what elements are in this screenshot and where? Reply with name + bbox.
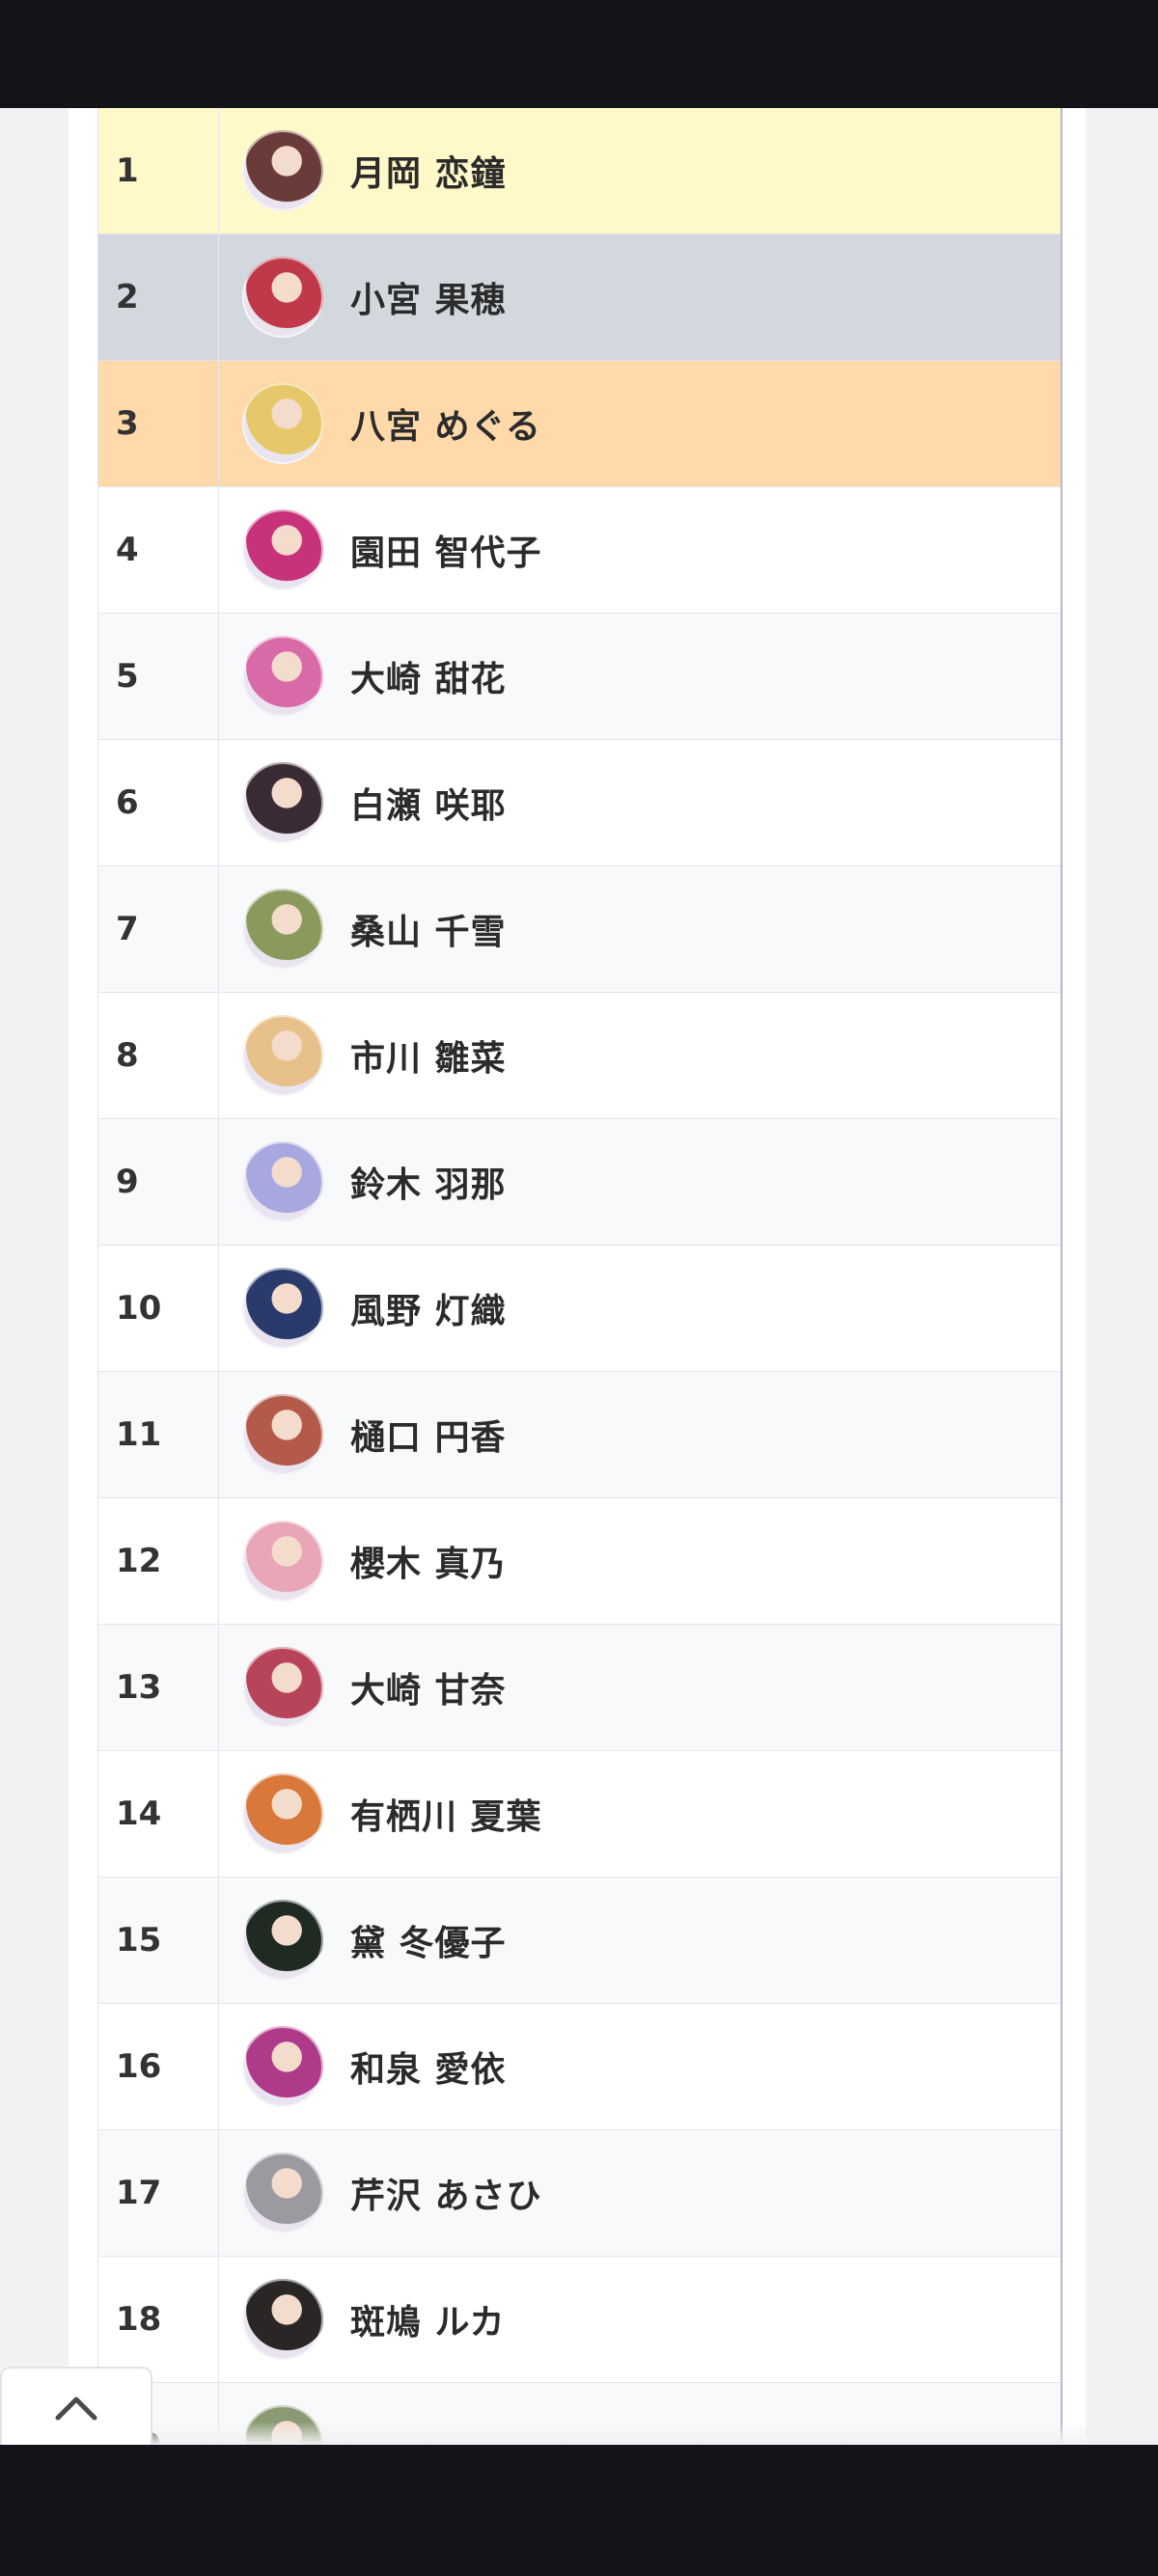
character-avatar-icon[interactable] [242, 2279, 323, 2360]
character-cell: 和泉 愛依 [219, 2004, 1061, 2129]
table-row[interactable]: 1 月岡 恋鐘 [98, 108, 1061, 234]
character-cell: 風野 灯織 [219, 1246, 1061, 1371]
rank-number: 12 [98, 1498, 219, 1624]
character-cell: 大崎 甘奈 [219, 1625, 1061, 1750]
table-row[interactable]: 16 和泉 愛依 [98, 2004, 1061, 2130]
character-name[interactable]: 市川 雛菜 [350, 1030, 507, 1081]
character-cell: 有栖川 夏葉 [219, 1751, 1061, 1877]
rank-number: 6 [98, 740, 219, 865]
character-cell: 小宮 果穂 [219, 234, 1061, 360]
character-name[interactable]: 和泉 愛依 [350, 2042, 507, 2092]
table-row[interactable]: 18 斑鳩 ルカ [98, 2257, 1061, 2383]
character-name[interactable]: 櫻木 真乃 [350, 1536, 507, 1586]
bottom-fade [0, 2422, 1158, 2445]
navigation-bar [0, 2445, 1158, 2576]
character-cell: 八宮 めぐる [219, 361, 1061, 486]
character-avatar-icon[interactable] [242, 509, 323, 590]
character-name[interactable]: 小宮 果穂 [350, 272, 507, 322]
rank-number: 4 [98, 487, 219, 613]
table-row[interactable]: 5 大崎 甜花 [98, 614, 1061, 740]
character-cell: 園田 智代子 [219, 487, 1061, 613]
character-avatar-icon[interactable] [242, 1647, 323, 1728]
character-name[interactable]: 大崎 甘奈 [350, 1662, 507, 1713]
table-row[interactable]: 12 櫻木 真乃 [98, 1498, 1061, 1625]
character-name[interactable]: 月岡 恋鐘 [350, 146, 507, 196]
character-name[interactable]: 鈴木 羽那 [350, 1157, 507, 1207]
table-row[interactable]: 4 園田 智代子 [98, 487, 1061, 614]
character-avatar-icon[interactable] [242, 1268, 323, 1349]
character-avatar-icon[interactable] [242, 1521, 323, 1602]
table-row[interactable]: 14 有栖川 夏葉 [98, 1751, 1061, 1877]
character-name[interactable]: 樋口 円香 [350, 1410, 507, 1460]
character-avatar-icon[interactable] [242, 1394, 323, 1475]
rank-number: 17 [98, 2130, 219, 2256]
rank-number: 16 [98, 2004, 219, 2129]
character-name[interactable]: 斑鳩 ルカ [350, 2294, 505, 2344]
character-name[interactable]: 有栖川 夏葉 [350, 1789, 542, 1839]
rank-number: 5 [98, 614, 219, 739]
character-avatar-icon[interactable] [242, 383, 323, 464]
character-cell: 櫻木 真乃 [219, 1498, 1061, 1624]
character-avatar-icon[interactable] [242, 889, 323, 970]
table-row[interactable]: 2 小宮 果穂 [98, 234, 1061, 361]
table-row[interactable]: 11 樋口 円香 [98, 1372, 1061, 1498]
table-row[interactable]: 15 黛 冬優子 [98, 1877, 1061, 2004]
character-avatar-icon[interactable] [242, 1141, 323, 1222]
character-avatar-icon[interactable] [242, 130, 323, 211]
table-row[interactable]: 10 風野 灯織 [98, 1246, 1061, 1372]
character-avatar-icon[interactable] [242, 2152, 323, 2233]
rank-number: 14 [98, 1751, 219, 1877]
ranking-table: 1 月岡 恋鐘 2 小宮 果穂 3 八宮 めぐる 4 園田 智代子 5 大崎 甜花 6 白瀬 咲耶 7 桑… [97, 108, 1062, 2445]
character-name[interactable]: 大崎 甜花 [350, 651, 507, 701]
character-avatar-icon[interactable] [242, 1900, 323, 1981]
character-avatar-icon[interactable] [242, 257, 323, 338]
rank-number: 3 [98, 361, 219, 486]
character-avatar-icon[interactable] [242, 1773, 323, 1854]
table-row[interactable]: 6 白瀬 咲耶 [98, 740, 1061, 866]
character-name[interactable]: 白瀬 咲耶 [350, 778, 507, 828]
character-avatar-icon[interactable] [242, 636, 323, 717]
character-name[interactable]: 黛 冬優子 [350, 1915, 507, 1965]
rank-number: 2 [98, 234, 219, 360]
rank-number: 10 [98, 1246, 219, 1371]
character-cell: 鈴木 羽那 [219, 1119, 1061, 1245]
character-name[interactable]: 風野 灯織 [350, 1283, 507, 1333]
table-row[interactable]: 13 大崎 甘奈 [98, 1625, 1061, 1751]
table-row[interactable]: 3 八宮 めぐる [98, 361, 1061, 487]
rank-number: 9 [98, 1119, 219, 1245]
table-row[interactable]: 9 鈴木 羽那 [98, 1119, 1061, 1246]
character-cell: 市川 雛菜 [219, 993, 1061, 1118]
character-cell: 斑鳩 ルカ [219, 2257, 1061, 2382]
rank-number: 8 [98, 993, 219, 1118]
table-row[interactable]: 17 芹沢 あさひ [98, 2130, 1061, 2257]
character-cell: 芹沢 あさひ [219, 2130, 1061, 2256]
character-name[interactable]: 八宮 めぐる [350, 398, 541, 449]
character-name[interactable]: 芹沢 あさひ [350, 2168, 542, 2218]
character-cell: 黛 冬優子 [219, 1877, 1061, 2003]
page-content: 1 月岡 恋鐘 2 小宮 果穂 3 八宮 めぐる 4 園田 智代子 5 大崎 甜花 6 白瀬 咲耶 7 桑… [0, 108, 1158, 2445]
rank-number: 18 [98, 2257, 219, 2382]
rank-number: 13 [98, 1625, 219, 1750]
character-name[interactable]: 園田 智代子 [350, 525, 542, 575]
scroll-to-top-button[interactable] [0, 2367, 152, 2446]
rank-number: 1 [98, 108, 219, 233]
table-row[interactable]: 8 市川 雛菜 [98, 993, 1061, 1119]
character-cell: 大崎 甜花 [219, 614, 1061, 739]
character-avatar-icon[interactable] [242, 762, 323, 843]
character-cell: 月岡 恋鐘 [219, 108, 1061, 233]
character-cell: 白瀬 咲耶 [219, 740, 1061, 865]
character-cell: 樋口 円香 [219, 1372, 1061, 1497]
rank-number: 11 [98, 1372, 219, 1497]
character-cell: 桑山 千雪 [219, 866, 1061, 992]
chevron-up-icon [55, 2397, 97, 2421]
character-avatar-icon[interactable] [242, 2026, 323, 2107]
table-row[interactable]: 7 桑山 千雪 [98, 866, 1061, 993]
rank-number: 7 [98, 866, 219, 992]
rank-number: 15 [98, 1877, 219, 2003]
character-avatar-icon[interactable] [242, 1015, 323, 1096]
status-bar [0, 0, 1158, 108]
character-name[interactable]: 桑山 千雪 [350, 904, 507, 954]
